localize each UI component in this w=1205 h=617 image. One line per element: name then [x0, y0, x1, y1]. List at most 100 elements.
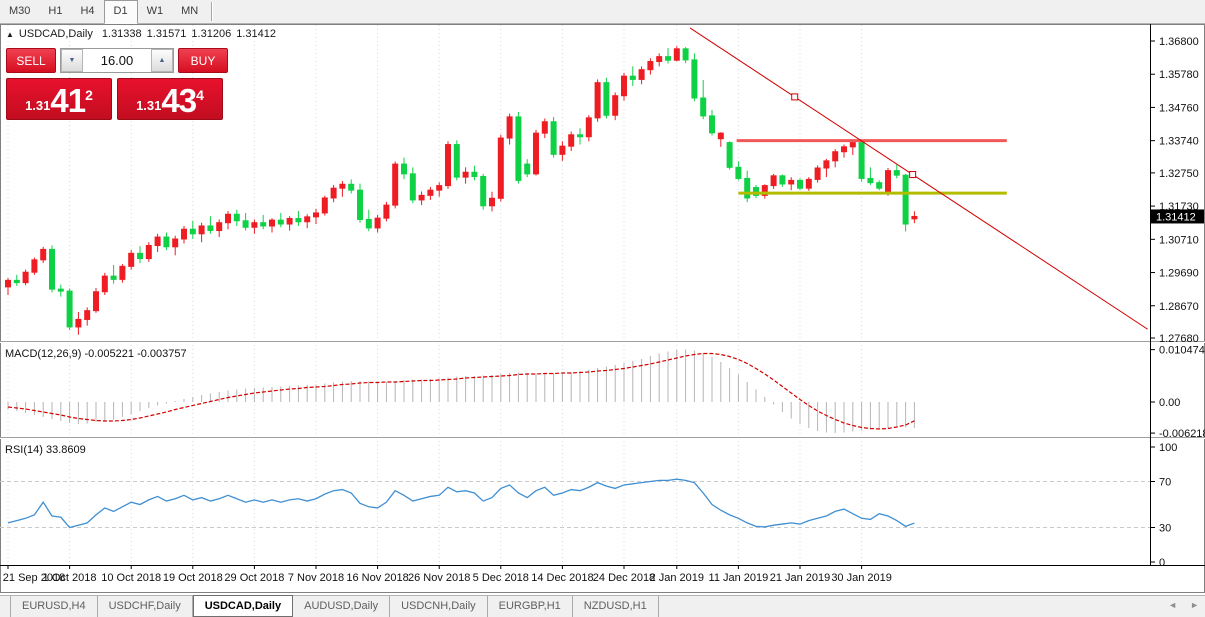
current-price-tag-label: 1.31412 — [1156, 211, 1196, 223]
candle-body — [305, 217, 310, 222]
timeframe-tab-h1[interactable]: H1 — [39, 0, 71, 23]
candle-body — [85, 311, 90, 320]
candle-body — [155, 237, 160, 245]
candle-body — [287, 218, 292, 224]
candle-body — [912, 216, 917, 218]
price-axis-label: 1.29690 — [1159, 268, 1199, 280]
buy-button[interactable]: BUY — [178, 48, 228, 73]
symbol-label: USDCAD,Daily — [19, 28, 93, 40]
candle-body — [6, 280, 11, 287]
candle-body — [120, 266, 125, 279]
date-axis-label: 11 Jan 2019 — [709, 572, 769, 584]
chart-tab-audusd-daily[interactable]: AUDUSD,Daily — [293, 596, 390, 617]
timeframe-tab-w1[interactable]: W1 — [138, 0, 173, 23]
macd-axis-label: 0.00 — [1159, 397, 1180, 409]
rsi-axis-label: 30 — [1159, 523, 1171, 535]
candle-body — [771, 176, 776, 186]
candle-body — [243, 221, 248, 228]
timeframe-toolbar: M30H1H4D1W1MN — [0, 0, 1205, 24]
candle-body — [402, 164, 407, 174]
trendline-handle[interactable] — [792, 94, 798, 100]
candle-body — [358, 190, 363, 219]
chart-window: 1.368001.357801.347601.337401.327501.317… — [0, 24, 1205, 593]
candle-body — [217, 223, 222, 231]
candle-body — [14, 280, 19, 282]
timeframe-tab-h4[interactable]: H4 — [71, 0, 103, 23]
candle-body — [745, 178, 750, 198]
bid-point: 2 — [85, 87, 93, 103]
candle-body — [534, 133, 539, 174]
candle-body — [498, 138, 503, 198]
candle-body — [32, 260, 37, 272]
chart-tab-bar: EURUSD,H4USDCHF,DailyUSDCAD,DailyAUDUSD,… — [0, 595, 1205, 617]
candle-body — [657, 57, 662, 62]
trendline-handle[interactable] — [910, 172, 916, 178]
timeframe-tab-d1[interactable]: D1 — [104, 0, 138, 24]
candle-body — [234, 214, 239, 221]
tab-scroll-nav: ◄ ► — [1168, 600, 1199, 610]
sell-button[interactable]: SELL — [6, 48, 56, 73]
candle-body — [842, 147, 847, 152]
chart-tab-eurusd-h4[interactable]: EURUSD,H4 — [10, 596, 98, 617]
timeframe-tab-m30[interactable]: M30 — [0, 0, 39, 23]
candle-body — [639, 70, 644, 80]
candle-body — [727, 143, 732, 168]
candle-body — [454, 145, 459, 178]
panel-collapse-icon[interactable]: ▲ — [6, 30, 14, 39]
candle-body — [278, 220, 283, 224]
price-axis-label: 1.33740 — [1159, 136, 1199, 148]
candle-body — [419, 195, 424, 200]
candle-body — [630, 76, 635, 79]
price-axis-label: 1.27680 — [1159, 333, 1199, 345]
candle-body — [446, 145, 451, 186]
candle-body — [472, 172, 477, 176]
candle-body — [146, 246, 151, 259]
date-axis-label: 30 Jan 2019 — [831, 572, 892, 584]
trendline[interactable] — [690, 28, 1148, 329]
price-axis-label: 1.28670 — [1159, 301, 1199, 313]
volume-input[interactable]: 16.00 — [83, 49, 151, 72]
volume-increase-icon[interactable]: ▲ — [151, 49, 173, 72]
candle-body — [551, 122, 556, 155]
candle-body — [886, 171, 891, 193]
candle-body — [815, 168, 820, 179]
candle-body — [613, 96, 618, 116]
candle-body — [569, 135, 574, 146]
candle-body — [76, 319, 81, 326]
candle-body — [859, 143, 864, 179]
candle-body — [833, 152, 838, 161]
scroll-left-icon[interactable]: ◄ — [1168, 600, 1177, 610]
volume-stepper: ▼ 16.00 ▲ — [60, 48, 174, 73]
date-axis-label: 7 Nov 2018 — [288, 572, 344, 584]
date-axis-label: 21 Jan 2019 — [770, 572, 831, 584]
candle-body — [208, 226, 213, 231]
chart-tab-eurgbp-h1[interactable]: EURGBP,H1 — [488, 596, 573, 617]
candle-body — [692, 60, 697, 98]
candle-body — [894, 171, 899, 176]
candle-body — [384, 205, 389, 218]
price-axis-label: 1.32750 — [1159, 168, 1199, 180]
volume-decrease-icon[interactable]: ▼ — [61, 49, 83, 72]
candle-body — [366, 219, 371, 227]
scroll-right-icon[interactable]: ► — [1190, 600, 1199, 610]
candle-body — [129, 253, 134, 266]
candle-body — [410, 174, 415, 200]
chart-tab-usdchf-daily[interactable]: USDCHF,Daily — [98, 596, 193, 617]
candle-body — [41, 249, 46, 259]
chart-tab-nzdusd-h1[interactable]: NZDUSD,H1 — [573, 596, 659, 617]
chart-tab-usdcnh-daily[interactable]: USDCNH,Daily — [390, 596, 488, 617]
ask-price-display[interactable]: 1.31 43 4 — [117, 78, 223, 120]
chart-tab-usdcad-daily[interactable]: USDCAD,Daily — [193, 595, 293, 617]
bid-price-display[interactable]: 1.31 41 2 — [6, 78, 112, 120]
candle-body — [67, 291, 72, 327]
ask-pips: 43 — [161, 84, 196, 117]
timeframe-tab-mn[interactable]: MN — [172, 0, 207, 23]
candle-body — [507, 117, 512, 138]
candle-body — [111, 276, 116, 279]
date-axis-label: 19 Oct 2018 — [163, 572, 223, 584]
price-axis-label: 1.30710 — [1159, 234, 1199, 246]
candle-body — [481, 176, 486, 205]
candle-body — [718, 133, 723, 139]
bid-prefix: 1.31 — [25, 98, 50, 113]
candle-body — [674, 49, 679, 60]
